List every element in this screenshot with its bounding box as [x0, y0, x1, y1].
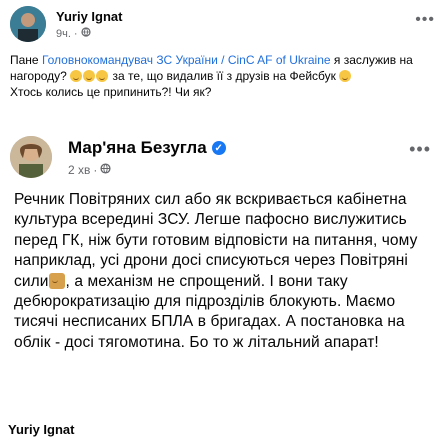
outer-text-line2: Хтось колись це припинить?! Чи як?: [10, 85, 212, 99]
inner-author-name-row: Мар'яна Безугла ✓: [68, 138, 226, 158]
inner-author-avatar[interactable]: [10, 136, 52, 178]
verified-badge-icon: ✓: [211, 141, 226, 155]
inner-author-name[interactable]: Мар'яна Безугла: [68, 138, 207, 158]
inner-post-meta: 2 хв ·: [68, 163, 111, 177]
footer-author-name[interactable]: Yuriy Ignat: [8, 422, 74, 437]
outer-post-meta: 9ч. ·: [56, 27, 91, 40]
outer-post-text: Пане Головнокомандувач ЗС України / CinC…: [10, 52, 435, 100]
outer-text-end: за те, що видалив її з друзів на Фейсбук: [109, 69, 340, 83]
globe-icon: [80, 27, 91, 40]
laughing-emoji-icon: [96, 70, 109, 82]
outer-author-name[interactable]: Yuriy Ignat: [56, 9, 122, 24]
facepalm-emoji-icon: [48, 272, 65, 289]
outer-text-start: Пане: [10, 53, 42, 67]
dot-separator: ·: [73, 27, 78, 40]
laughing-emoji-icon: [83, 70, 96, 82]
inner-post-time[interactable]: 2 хв: [68, 163, 90, 177]
inner-more-options-icon[interactable]: •••: [409, 140, 431, 158]
outer-author-avatar[interactable]: [10, 6, 46, 42]
shared-post-card: Мар'яна Безугла ✓ 2 хв · ••• Речник Пові…: [6, 128, 439, 440]
outer-post-time[interactable]: 9ч.: [56, 28, 71, 40]
globe-icon: [100, 163, 111, 177]
outer-more-options-icon[interactable]: •••: [415, 12, 435, 28]
laughing-emoji-icon: [70, 70, 83, 82]
dot-separator: ·: [93, 163, 98, 177]
inner-post-header: Мар'яна Безугла ✓ 2 хв · •••: [10, 136, 435, 180]
mention-link[interactable]: Головнокомандувач ЗС України / CinC AF o…: [42, 53, 331, 67]
inner-text-part2: , а механізм не спрощений. І вони таку д…: [14, 272, 405, 351]
smiling-emoji-icon: [339, 70, 352, 82]
outer-post-header: Yuriy Ignat 9ч. · •••: [10, 6, 435, 44]
inner-post-text: Речник Повітряних сил або як вскриваєтьс…: [14, 190, 434, 353]
